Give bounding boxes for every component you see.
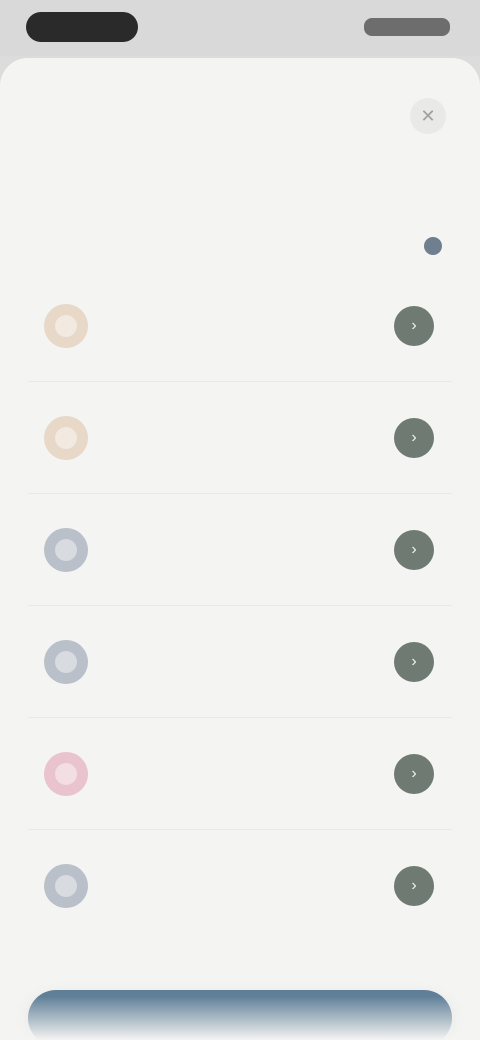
chevron-right-icon[interactable]: › — [394, 641, 434, 682]
item-text — [122, 435, 394, 441]
chevron-right-icon[interactable]: › — [394, 753, 434, 794]
chevron-right-icon[interactable]: › — [394, 529, 434, 570]
chevron-right-icon[interactable]: › — [394, 866, 434, 906]
item-icon — [44, 751, 88, 796]
bottom-fade — [0, 996, 480, 1040]
bottom-sheet: ✕ › › › › › › — [0, 58, 480, 1040]
item-icon — [44, 527, 88, 572]
list-item[interactable]: › — [28, 830, 452, 942]
chevron-right-icon[interactable]: › — [394, 305, 434, 346]
item-text — [122, 323, 394, 329]
status-bar — [0, 0, 480, 56]
item-icon — [44, 415, 88, 460]
list-item[interactable]: › — [28, 382, 452, 494]
status-indicators — [364, 18, 450, 36]
close-button[interactable]: ✕ — [410, 98, 446, 134]
list-item[interactable]: › — [28, 718, 452, 830]
filter-icon — [424, 237, 442, 255]
item-icon — [44, 864, 88, 908]
status-time-pill — [26, 12, 138, 42]
list-header — [30, 234, 450, 258]
item-icon — [44, 303, 88, 348]
list-item[interactable]: › — [28, 606, 452, 718]
list-item[interactable]: › — [28, 270, 452, 382]
item-text — [122, 883, 394, 889]
item-text — [122, 659, 394, 665]
list-header-right[interactable] — [424, 237, 450, 255]
item-icon — [44, 639, 88, 684]
chevron-right-icon[interactable]: › — [394, 417, 434, 458]
item-text — [122, 547, 394, 553]
close-icon: ✕ — [420, 105, 436, 126]
list: › › › › › › — [28, 270, 452, 942]
item-text — [122, 771, 394, 777]
list-item[interactable]: › — [28, 494, 452, 606]
